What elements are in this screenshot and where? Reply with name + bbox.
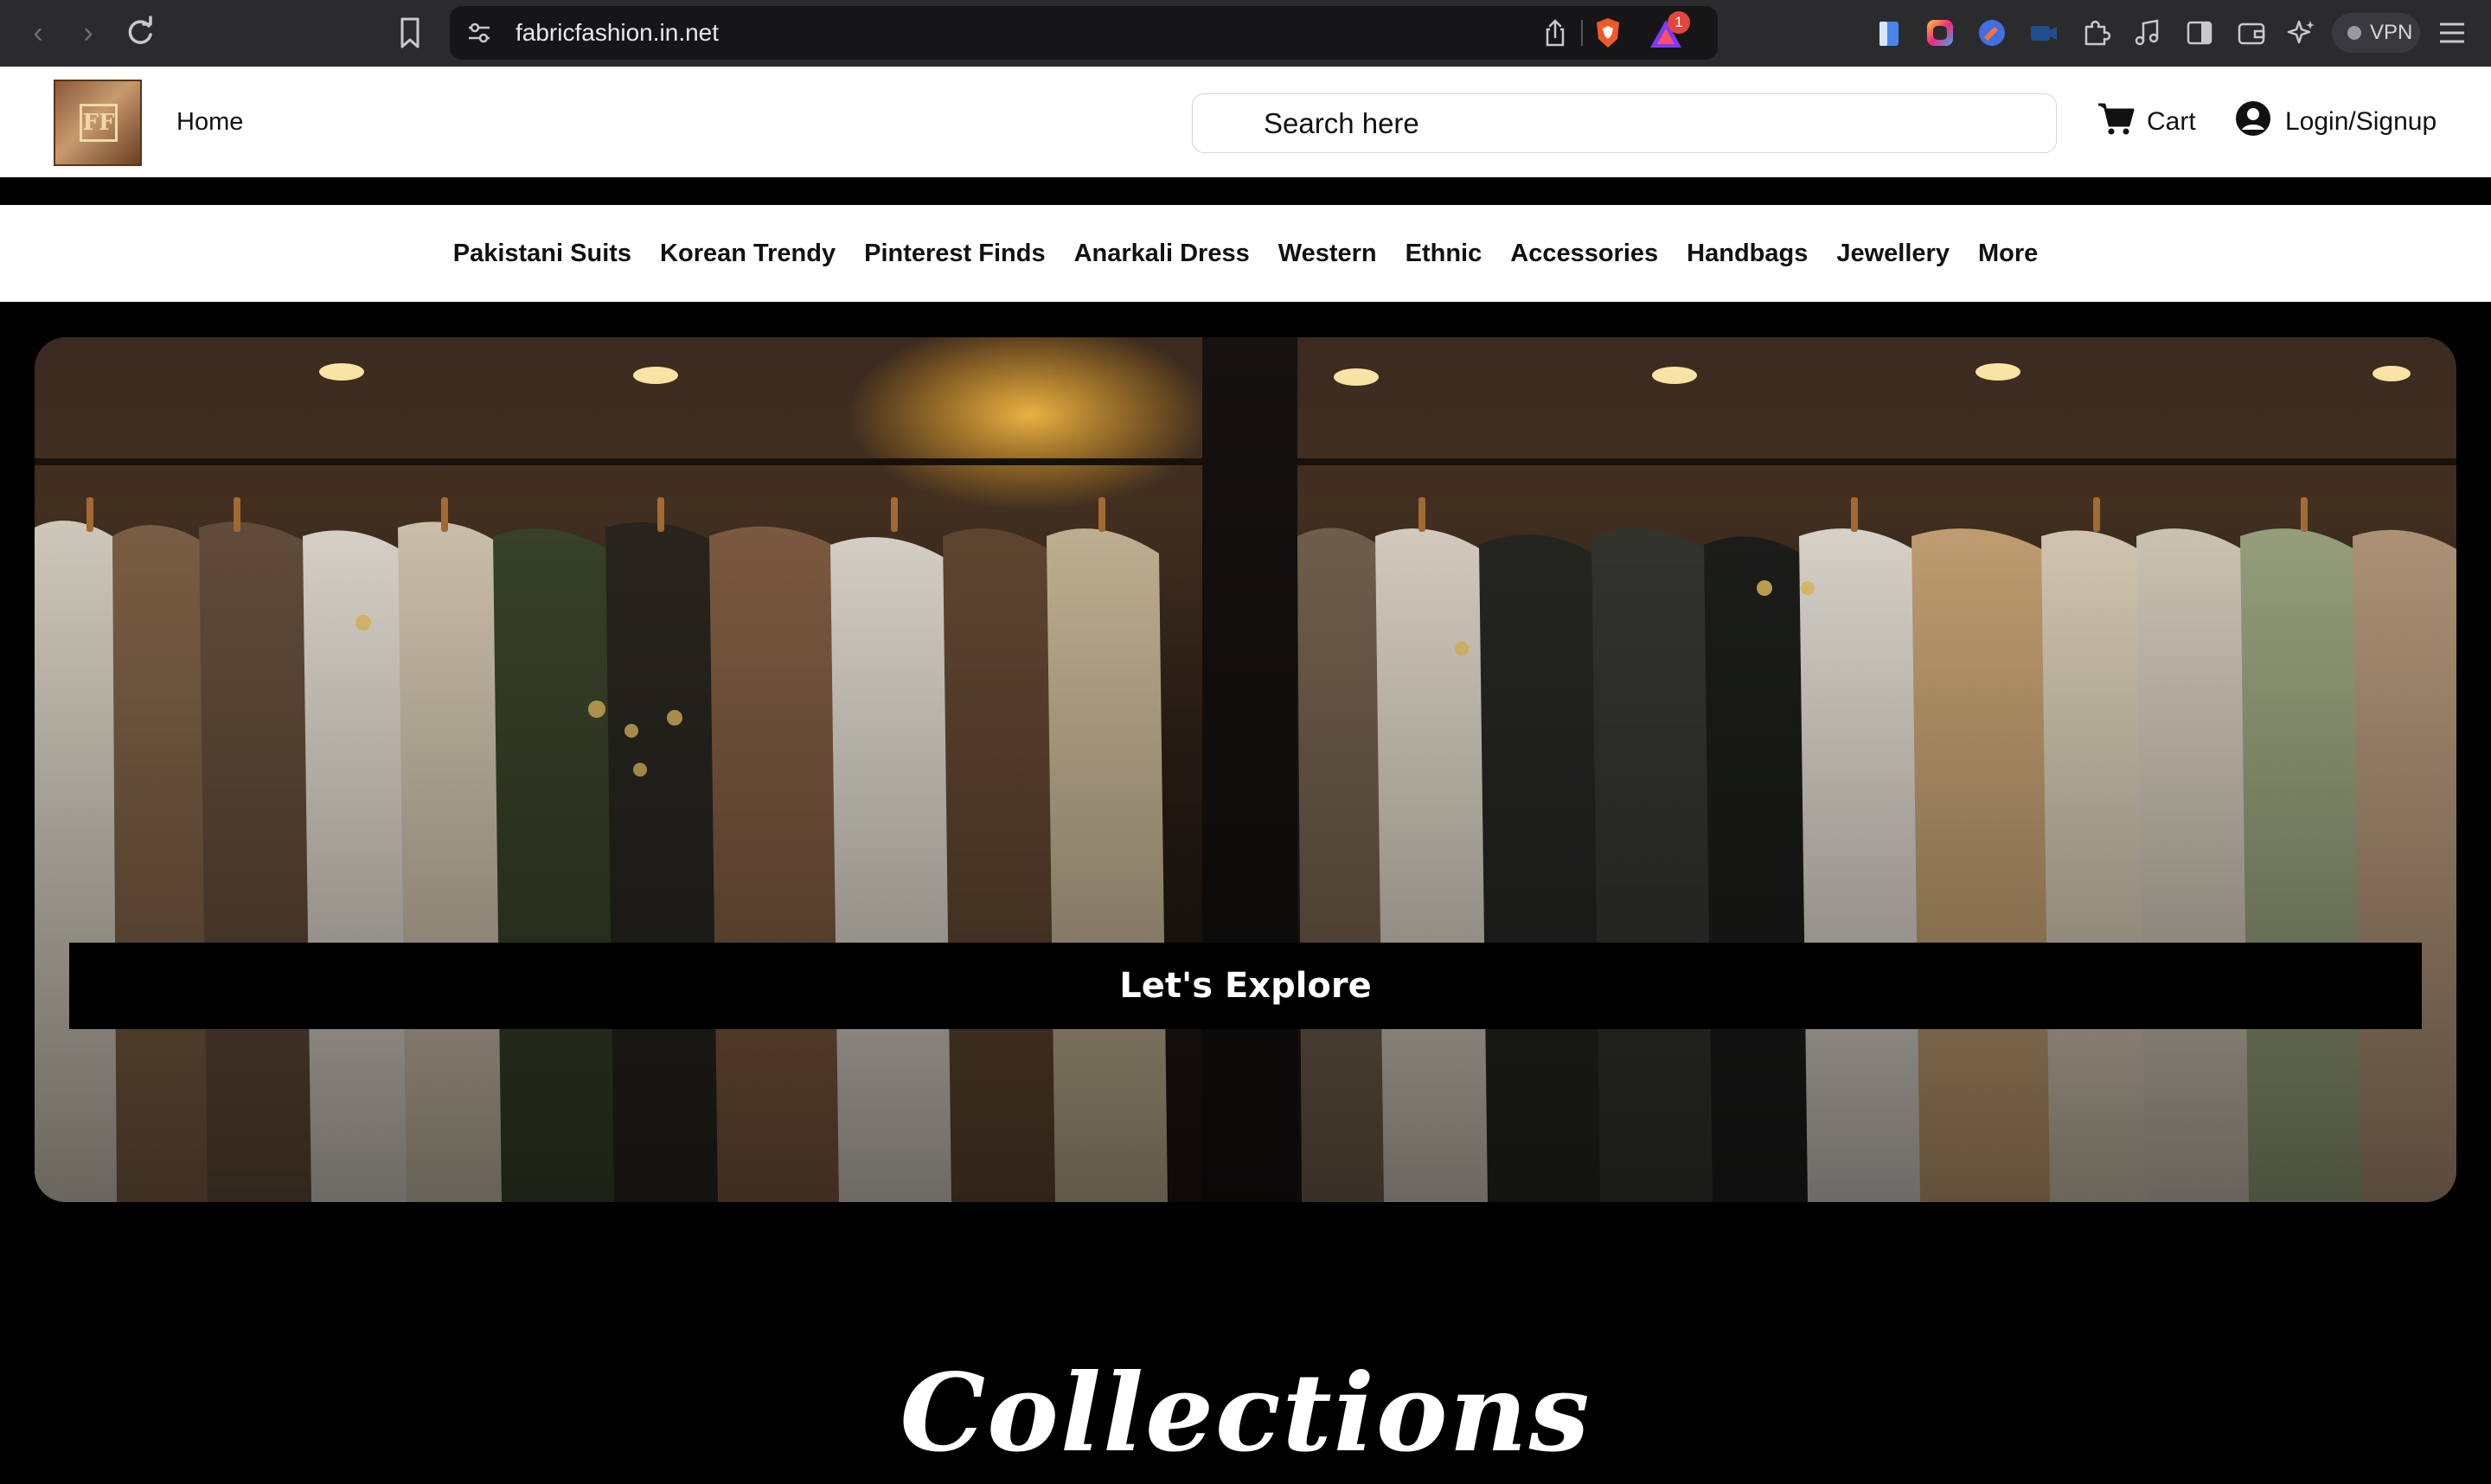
category-nav: Pakistani Suits Korean Trendy Pinterest … [0, 205, 2491, 302]
cart-label: Cart [2147, 107, 2196, 136]
bookmark-icon[interactable] [394, 16, 426, 50]
extensions-puzzle-icon[interactable] [2079, 16, 2112, 49]
login-signup-button[interactable]: Login/Signup [2235, 67, 2437, 177]
hamburger-menu-icon[interactable] [2437, 19, 2467, 47]
user-account-icon [2235, 100, 2271, 144]
reload-icon[interactable] [121, 14, 159, 52]
category-anarkali-dress[interactable]: Anarkali Dress [1074, 240, 1250, 268]
login-signup-label: Login/Signup [2285, 107, 2437, 136]
firefox-relay-icon[interactable] [1976, 16, 2008, 49]
sidebar-icon[interactable] [2183, 16, 2216, 49]
category-korean-trendy[interactable]: Korean Trendy [660, 240, 836, 268]
color-extension-icon[interactable] [1924, 16, 1956, 49]
collections-heading: Collections [900, 1351, 1591, 1476]
rewards-badge: 1 [1668, 11, 1690, 34]
vpn-button[interactable]: VPN [2332, 13, 2420, 53]
leo-ai-icon[interactable] [2285, 16, 2318, 49]
lets-explore-button[interactable]: Let's Explore [69, 943, 2422, 1029]
category-pakistani-suits[interactable]: Pakistani Suits [453, 240, 631, 268]
category-accessories[interactable]: Accessories [1510, 240, 1658, 268]
brave-shields-icon[interactable] [1591, 16, 1624, 49]
url-text[interactable]: fabricfashion.in.net [515, 6, 719, 60]
wallet-icon[interactable] [2235, 16, 2268, 49]
browser-toolbar: ‹ › fabricfashion.in.net 1 VPN [0, 0, 2491, 67]
vpn-label: VPN [2370, 21, 2413, 44]
category-more[interactable]: More [1978, 240, 2038, 268]
site-settings-icon[interactable] [465, 20, 493, 46]
cart-icon [2097, 101, 2135, 143]
hero-banner-image [35, 337, 2456, 1202]
home-link[interactable]: Home [176, 67, 243, 177]
toolbar-divider [1581, 20, 1583, 46]
docs-extension-icon[interactable] [1872, 16, 1905, 49]
site-logo[interactable]: FF [54, 80, 142, 166]
category-pinterest-finds[interactable]: Pinterest Finds [864, 240, 1046, 268]
search-box[interactable] [1192, 93, 2057, 153]
search-input[interactable] [1193, 94, 2056, 152]
share-icon[interactable] [1541, 18, 1569, 48]
site-header: FF Home Cart Login/Signup [0, 67, 2491, 177]
vpn-status-icon [2347, 26, 2361, 40]
back-icon[interactable]: ‹ [19, 14, 57, 52]
category-ethnic[interactable]: Ethnic [1406, 240, 1482, 268]
category-handbags[interactable]: Handbags [1687, 240, 1808, 268]
forward-icon[interactable]: › [69, 14, 107, 52]
category-western[interactable]: Western [1278, 240, 1377, 268]
music-icon[interactable] [2131, 16, 2164, 49]
logo-monogram: FF [80, 104, 118, 142]
video-extension-icon[interactable] [2027, 16, 2060, 49]
address-bar[interactable]: fabricfashion.in.net 1 [450, 6, 1718, 60]
cart-button[interactable]: Cart [2097, 67, 2196, 177]
category-jewellery[interactable]: Jewellery [1836, 240, 1950, 268]
